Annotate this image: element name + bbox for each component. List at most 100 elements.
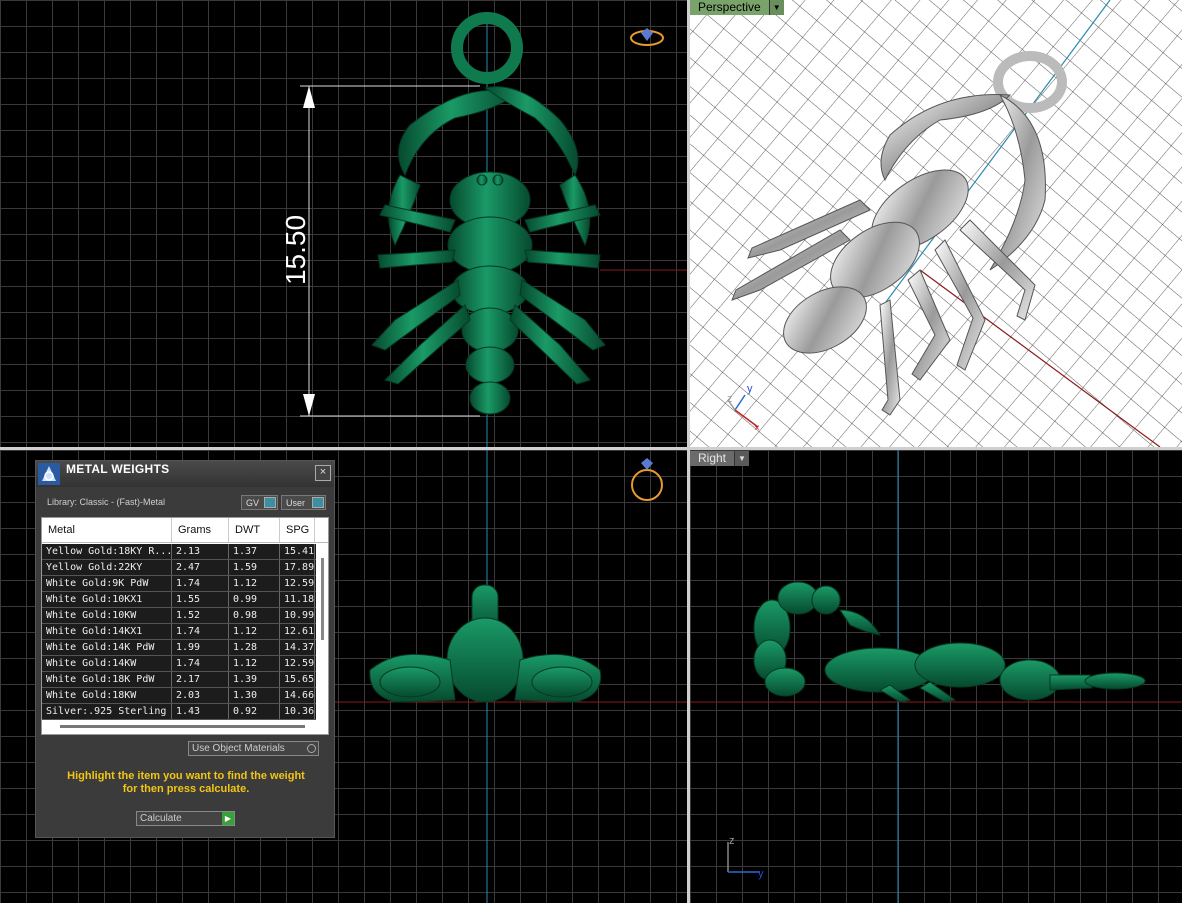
viewport-divider-vertical[interactable] <box>687 0 690 903</box>
table-row[interactable]: White Gold:14KW 1.74 1.12 12.59 <box>42 656 316 672</box>
top-view-scene: 15.50 <box>280 12 687 447</box>
column-header-spg[interactable]: SPG <box>280 518 315 542</box>
metal-table[interactable]: Metal Grams DWT SPG Yellow Gold:18KY R..… <box>41 517 329 735</box>
metal-weights-panel: METAL WEIGHTS × Library: Classic - (Fast… <box>35 460 335 838</box>
table-cell: 1.74 <box>172 624 229 639</box>
table-cell: 1.74 <box>172 656 229 671</box>
table-row[interactable]: White Gold:10KX1 1.55 0.99 11.18 <box>42 592 316 608</box>
table-cell: 14.37 <box>280 640 315 655</box>
table-cell: Yellow Gold:18KY R... <box>42 544 172 559</box>
table-row[interactable]: Yellow Gold:22KY 2.47 1.59 17.89 <box>42 560 316 576</box>
table-cell: White Gold:18K PdW <box>42 672 172 687</box>
axis-z-label: z <box>729 835 735 847</box>
table-cell: 1.52 <box>172 608 229 623</box>
table-row[interactable]: Yellow Gold:18KY R... 2.13 1.37 15.41 <box>42 544 316 560</box>
table-row[interactable]: White Gold:18K PdW 2.17 1.39 15.65 <box>42 672 316 688</box>
table-cell: 2.13 <box>172 544 229 559</box>
viewport-label-right[interactable]: Right ▼ <box>690 451 750 466</box>
gv-label: GV <box>246 497 260 508</box>
perspective-scene: y z × <box>690 0 1182 447</box>
table-row[interactable]: Silver:.925 Sterling 1.43 0.92 10.36 <box>42 704 316 720</box>
table-cell: 10.99 <box>280 608 315 623</box>
table-cell: White Gold:14KX1 <box>42 624 172 639</box>
panel-titlebar[interactable]: METAL WEIGHTS × <box>36 461 334 487</box>
table-cell: 12.59 <box>280 656 315 671</box>
ring-gem-icon[interactable] <box>631 458 663 501</box>
table-cell: Silver:.925 Sterling <box>42 704 172 719</box>
table-row[interactable]: White Gold:14K PdW 1.99 1.28 14.37 <box>42 640 316 656</box>
use-object-materials-label: Use Object Materials <box>192 743 285 754</box>
table-cell: 0.98 <box>229 608 280 623</box>
play-arrow-icon: ▶ <box>222 812 234 825</box>
table-cell: 10.36 <box>280 704 315 719</box>
table-cell: 17.89 <box>280 560 315 575</box>
library-label: Library: Classic - (Fast)-Metal <box>47 497 166 507</box>
viewport-label-text: Perspective <box>690 0 769 15</box>
viewport-perspective[interactable]: y z × Perspective ▼ <box>690 0 1182 447</box>
table-cell: 2.03 <box>172 688 229 703</box>
instruction-line-2: for then press calculate. <box>122 783 250 795</box>
table-row[interactable]: White Gold:14KX1 1.74 1.12 12.61 <box>42 624 316 640</box>
scorpion-model-front[interactable] <box>369 584 602 703</box>
table-cell: 0.92 <box>229 704 280 719</box>
axis-indicator-icon: z y <box>727 835 764 880</box>
viewport-top[interactable]: 15.50 <box>0 0 687 447</box>
table-cell: 15.41 <box>280 544 315 559</box>
table-cell: 11.18 <box>280 592 315 607</box>
radio-knob-icon <box>307 744 316 753</box>
table-cell: 1.74 <box>172 576 229 591</box>
ring-gem-icon <box>38 463 60 485</box>
panel-title: METAL WEIGHTS <box>66 462 170 476</box>
table-cell: 2.47 <box>172 560 229 575</box>
table-cell: 15.65 <box>280 672 315 687</box>
table-cell: 1.12 <box>229 576 280 591</box>
viewport-label-text: Right <box>690 451 735 466</box>
axis-y-label: y <box>758 868 764 880</box>
table-cell: 0.99 <box>229 592 280 607</box>
table-cell: 1.12 <box>229 656 280 671</box>
table-cell: White Gold:9K PdW <box>42 576 172 591</box>
instruction-line-1: Highlight the item you want to find the … <box>67 770 305 782</box>
table-cell: White Gold:18KW <box>42 688 172 703</box>
column-header-grams[interactable]: Grams <box>172 518 229 542</box>
viewport-right[interactable]: z y Right ▼ <box>690 450 1182 903</box>
table-cell: White Gold:14KW <box>42 656 172 671</box>
table-cell: 1.99 <box>172 640 229 655</box>
toggle-icon <box>312 497 324 508</box>
dropdown-arrow-icon[interactable]: ▼ <box>768 0 784 15</box>
right-view-scene: z y <box>690 450 1182 903</box>
user-toggle-button[interactable]: User <box>281 495 326 510</box>
gv-toggle-button[interactable]: GV <box>241 495 278 510</box>
table-row[interactable]: White Gold:10KW 1.52 0.98 10.99 <box>42 608 316 624</box>
user-label: User <box>286 497 306 508</box>
axis-x-mark: × <box>754 423 760 434</box>
use-object-materials-toggle[interactable]: Use Object Materials <box>188 741 319 756</box>
column-header-metal[interactable]: Metal <box>42 518 172 542</box>
table-cell: Yellow Gold:22KY <box>42 560 172 575</box>
viewport-divider-horizontal[interactable] <box>0 447 1182 450</box>
table-cell: 12.59 <box>280 576 315 591</box>
viewport-label-perspective[interactable]: Perspective ▼ <box>690 0 784 15</box>
table-cell: 12.61 <box>280 624 315 639</box>
close-icon[interactable]: × <box>315 465 331 481</box>
table-header: Metal Grams DWT SPG <box>42 518 328 543</box>
ring-gem-icon[interactable] <box>630 28 664 46</box>
dimension-value: 15.50 <box>280 215 311 285</box>
vertical-scrollbar[interactable] <box>321 558 324 640</box>
scorpion-model-top[interactable] <box>371 12 606 415</box>
table-cell: 1.59 <box>229 560 280 575</box>
dropdown-arrow-icon[interactable]: ▼ <box>734 451 750 466</box>
table-cell: White Gold:10KW <box>42 608 172 623</box>
table-cell: 1.43 <box>172 704 229 719</box>
table-cell: 1.39 <box>229 672 280 687</box>
scorpion-model-right[interactable] <box>753 581 1146 703</box>
table-cell: White Gold:14K PdW <box>42 640 172 655</box>
column-header-dwt[interactable]: DWT <box>229 518 280 542</box>
calculate-button[interactable]: Calculate ▶ <box>136 811 235 826</box>
table-row[interactable]: White Gold:9K PdW 1.74 1.12 12.59 <box>42 576 316 592</box>
toggle-icon <box>264 497 276 508</box>
horizontal-scrollbar[interactable] <box>60 725 305 728</box>
table-cell: 1.37 <box>229 544 280 559</box>
table-cell: 2.17 <box>172 672 229 687</box>
table-row[interactable]: White Gold:18KW 2.03 1.30 14.66 <box>42 688 316 704</box>
